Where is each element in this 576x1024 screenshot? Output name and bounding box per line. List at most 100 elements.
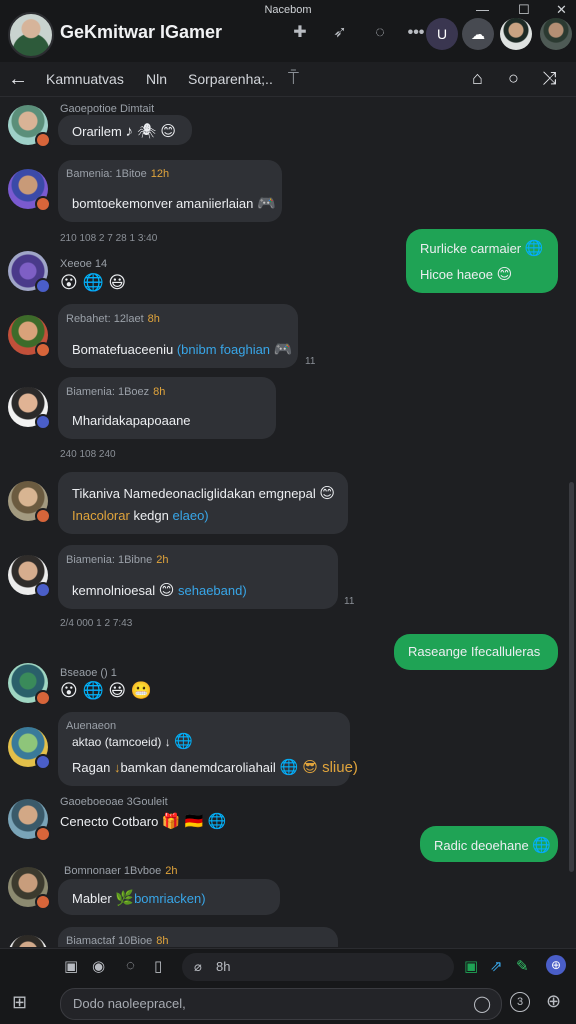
emoji-reactions: 😊 — [158, 582, 175, 599]
message-text: kedgn — [133, 508, 169, 523]
message-text: Rurlicke carmaier — [420, 241, 522, 256]
status-badge — [35, 414, 51, 430]
status-badge — [35, 690, 51, 706]
quick-input[interactable]: ⌀ 8h — [182, 953, 454, 981]
info-icon[interactable]: 3 — [510, 992, 530, 1012]
status-badge — [35, 196, 51, 212]
status-badge — [35, 278, 51, 294]
target-icon[interactable]: ⊕ — [546, 991, 561, 1012]
outgoing-bubble[interactable]: Raseange Ifecalluleras — [394, 634, 558, 670]
puzzle-icon[interactable]: ✚ — [288, 22, 312, 44]
more-icon[interactable]: ••• — [404, 22, 428, 44]
message-text: bomtoekemonver amaniierlaian — [72, 196, 254, 211]
status-badge — [35, 508, 51, 524]
maximize-button[interactable]: ☐ — [518, 2, 530, 18]
close-button[interactable]: ✕ — [556, 2, 567, 18]
message-bubble[interactable]: Biamenia: 1Bibne 2h kemnolnioesal 😊 sehae… — [58, 545, 338, 609]
minimize-button[interactable]: — — [476, 2, 489, 17]
sticker-icon[interactable]: ◌ — [126, 957, 135, 974]
outgoing-bubble[interactable]: Rurlicke carmaier 🌐 Hicoe haeoe 😊 — [406, 229, 558, 293]
tab-kamnuatvas[interactable]: Kamnuatvas — [46, 71, 124, 87]
day-separator: 2/4 000 1 2 7:43 — [60, 618, 133, 629]
emoji-reactions: 🌿 — [115, 890, 135, 907]
message-author: Bamenia: 1Bitoe 12h — [66, 168, 170, 180]
image-icon[interactable]: ▣ — [64, 957, 78, 975]
message-bubble[interactable]: Rebahet: 12laet 8h Bomatefuaceeniu (bnibm… — [58, 304, 298, 368]
user-avatar-2[interactable] — [540, 18, 572, 50]
app-name: GeKmitwar IGamer — [60, 22, 223, 42]
tab-nln[interactable]: Nln — [146, 71, 167, 87]
home-icon[interactable]: ⌂ — [472, 68, 483, 89]
message-author: Bseaoe () 1 — [60, 667, 117, 679]
message-bubble[interactable]: Biamenia: 1Boez 8h Mharidakapapoaane — [58, 377, 276, 439]
scrollbar[interactable] — [569, 482, 574, 872]
record-icon[interactable]: ◉ — [92, 957, 105, 975]
rocket-icon[interactable]: ➶ — [328, 22, 352, 44]
cloud-icon[interactable]: ☁ — [462, 18, 494, 50]
message-link[interactable]: bomriacken) — [134, 891, 206, 906]
emoji-reactions: 🎁 🇩🇪 🌐 — [161, 813, 227, 830]
message-text: bamkan danemdcaroliahail — [120, 760, 276, 775]
user-avatar[interactable] — [500, 18, 532, 50]
status-badge — [35, 894, 51, 910]
message-bubble[interactable]: Orarilem ♪ 🕷 😊 — [58, 115, 192, 145]
emoji-reactions: ♪ 🕷 😊 — [125, 123, 176, 140]
emoji-reactions: 😊 — [496, 266, 513, 283]
avatar[interactable] — [8, 935, 48, 947]
composer-toolbar: ▣ ◉ ◌ ▯ ⌀ 8h ▣ ⇗ ✎ ⊕ — [0, 948, 576, 985]
message-author: Rebahet: 12laet 8h — [66, 313, 160, 325]
status-badge — [35, 342, 51, 358]
message-link[interactable]: elaeo) — [172, 508, 208, 523]
message-bubble[interactable]: Tikaniva Namedeonacliglidakan emgnepal 😊… — [58, 472, 348, 534]
message-bubble[interactable]: Biamactaf 10Bioe 8h — [58, 927, 338, 947]
emoji-icon[interactable]: ◯ — [473, 994, 491, 1014]
share-icon[interactable]: ⇗ — [490, 957, 503, 975]
pen-icon[interactable]: ✎ — [516, 957, 529, 975]
message-link[interactable]: sehaeband) — [178, 583, 247, 598]
message-author: Auenaeon — [66, 720, 117, 732]
gif-icon[interactable]: ▣ — [464, 957, 478, 975]
search-icon[interactable]: ○ — [508, 68, 519, 89]
pin-icon[interactable]: ⍑ — [288, 68, 299, 89]
shuffle-icon[interactable]: ⤨ — [542, 68, 556, 89]
emoji-reactions[interactable]: 😮 🌐 😃 😬 — [60, 681, 152, 701]
link-icon: ⌀ — [194, 959, 202, 974]
message-text: Bomatefuaceeniu — [72, 342, 174, 357]
clip-icon[interactable]: ▯ — [154, 957, 162, 975]
message-author: Bomnonaer 1Bvboe 2h — [64, 865, 178, 877]
message-input[interactable]: Dodo naoleepracel, ◯ — [60, 988, 502, 1020]
message-feed[interactable]: Gaoepotioe Dimtait Orarilem ♪ 🕷 😊 Bameni… — [0, 97, 576, 947]
emoji-reactions: 🎮 — [273, 341, 293, 358]
day-separator: 240 108 240 — [60, 449, 116, 460]
emoji-reactions: 😊 — [319, 485, 336, 502]
message-author: Biamenia: 1Bibne 2h — [66, 554, 169, 566]
message-author: Gaoepotioe Dimtait — [60, 103, 155, 115]
day-separator: 210 108 2 7 28 1 3:40 — [60, 233, 158, 244]
quick-input-placeholder: 8h — [216, 959, 231, 974]
emoji-reactions-2: 🌐 😎 sliue) — [279, 759, 358, 776]
status-badge — [35, 132, 51, 148]
chat-icon[interactable]: ◌ — [368, 22, 392, 44]
profile-avatar[interactable] — [8, 12, 54, 58]
status-badge — [35, 826, 51, 842]
message-bubble[interactable]: Auenaeon aktao (tamcoeid) ↓ 🌐 Ragan ↓bam… — [58, 712, 358, 786]
title-bar: Nacebom — ☐ ✕ GeKmitwar IGamer ✚ ➶ ◌ •••… — [0, 0, 576, 63]
read-marker: 11 — [305, 356, 316, 367]
globe-icon[interactable]: ⊕ — [546, 955, 566, 975]
window-title: Nacebom — [264, 4, 312, 16]
outgoing-bubble[interactable]: Radic deoehane 🌐 — [420, 826, 558, 862]
back-arrow-icon[interactable]: ← — [8, 68, 28, 91]
account-button-label: U — [436, 26, 448, 42]
message-bubble[interactable]: Mabler 🌿bomriacken) — [58, 879, 280, 915]
emoji-reactions: 🎮 — [257, 195, 276, 212]
message-text: Raseange Ifecalluleras — [408, 644, 541, 659]
grid-icon[interactable]: ⊞ — [12, 992, 27, 1013]
tab-sorparenha[interactable]: Sorparenha;.. — [188, 71, 273, 87]
message-link[interactable]: (bnibm foaghian — [177, 342, 270, 357]
status-badge — [35, 754, 51, 770]
composer: ⊞ Dodo naoleepracel, ◯ 3 ⊕ — [0, 984, 576, 1024]
account-button[interactable]: U — [426, 18, 458, 50]
emoji-reactions[interactable]: 😮 🌐 😃 — [60, 273, 126, 293]
message-bubble[interactable]: Bamenia: 1Bitoe 12h bomtoekemonver amanii… — [58, 160, 282, 222]
message-text: kemnolnioesal — [72, 583, 156, 598]
